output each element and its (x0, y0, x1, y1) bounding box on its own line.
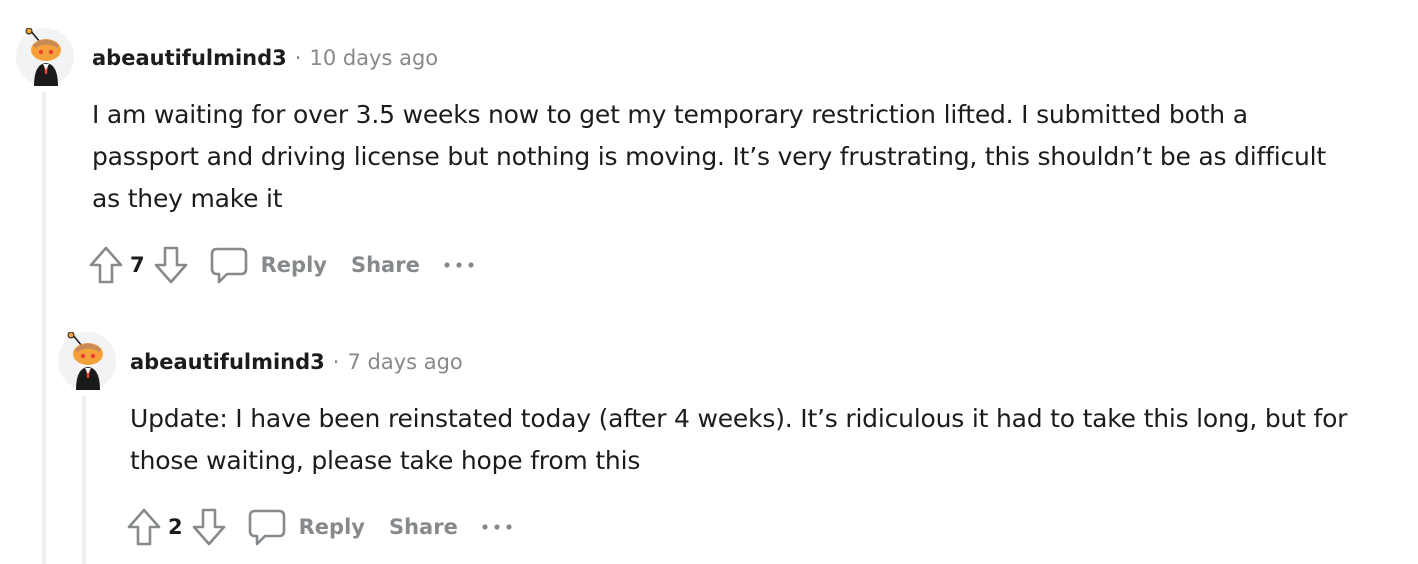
timestamp[interactable]: 7 days ago (347, 350, 462, 374)
comment-body: Update: I have been reinstated today (af… (130, 404, 1348, 475)
author-name[interactable]: abeautifulmind3 (130, 350, 325, 374)
speech-bubble-icon (248, 509, 285, 546)
vote-score: 2 (168, 515, 183, 539)
comment-actions: 2 Reply Share (124, 505, 524, 549)
more-options-button[interactable] (432, 260, 486, 270)
comment-actions: 7 Reply Share (86, 243, 486, 287)
reply-label[interactable]: Reply (249, 253, 339, 277)
comment-meta: abeautifulmind3 · 10 days ago (92, 46, 438, 70)
downvote-button[interactable] (189, 507, 229, 547)
downvote-arrow-icon (154, 246, 187, 284)
snoo-avatar-icon (16, 28, 74, 86)
ellipsis-icon (444, 262, 474, 268)
reply-button[interactable]: Reply (247, 507, 377, 547)
comment-body: I am waiting for over 3.5 weeks now to g… (92, 100, 1327, 213)
ellipsis-icon (482, 524, 512, 530)
downvote-button[interactable] (151, 245, 191, 285)
reply-button[interactable]: Reply (209, 245, 339, 285)
thread-line-inner[interactable] (82, 396, 86, 564)
snoo-avatar-icon (58, 332, 116, 390)
avatar[interactable] (16, 28, 74, 86)
upvote-button[interactable] (124, 507, 164, 547)
comment-meta: abeautifulmind3 · 7 days ago (130, 350, 463, 374)
share-button[interactable]: Share (339, 253, 432, 277)
reply-label[interactable]: Reply (287, 515, 377, 539)
upvote-arrow-icon (127, 508, 161, 546)
speech-bubble-icon (210, 247, 247, 284)
share-button[interactable]: Share (377, 515, 470, 539)
vote-score: 7 (130, 253, 145, 277)
meta-separator: · (332, 350, 340, 374)
downvote-arrow-icon (192, 508, 225, 546)
thread-line-outer[interactable] (42, 92, 46, 564)
timestamp[interactable]: 10 days ago (309, 46, 438, 70)
author-name[interactable]: abeautifulmind3 (92, 46, 287, 70)
upvote-arrow-icon (89, 246, 123, 284)
upvote-button[interactable] (86, 245, 126, 285)
avatar[interactable] (58, 332, 116, 390)
meta-separator: · (294, 46, 302, 70)
more-options-button[interactable] (470, 522, 524, 532)
